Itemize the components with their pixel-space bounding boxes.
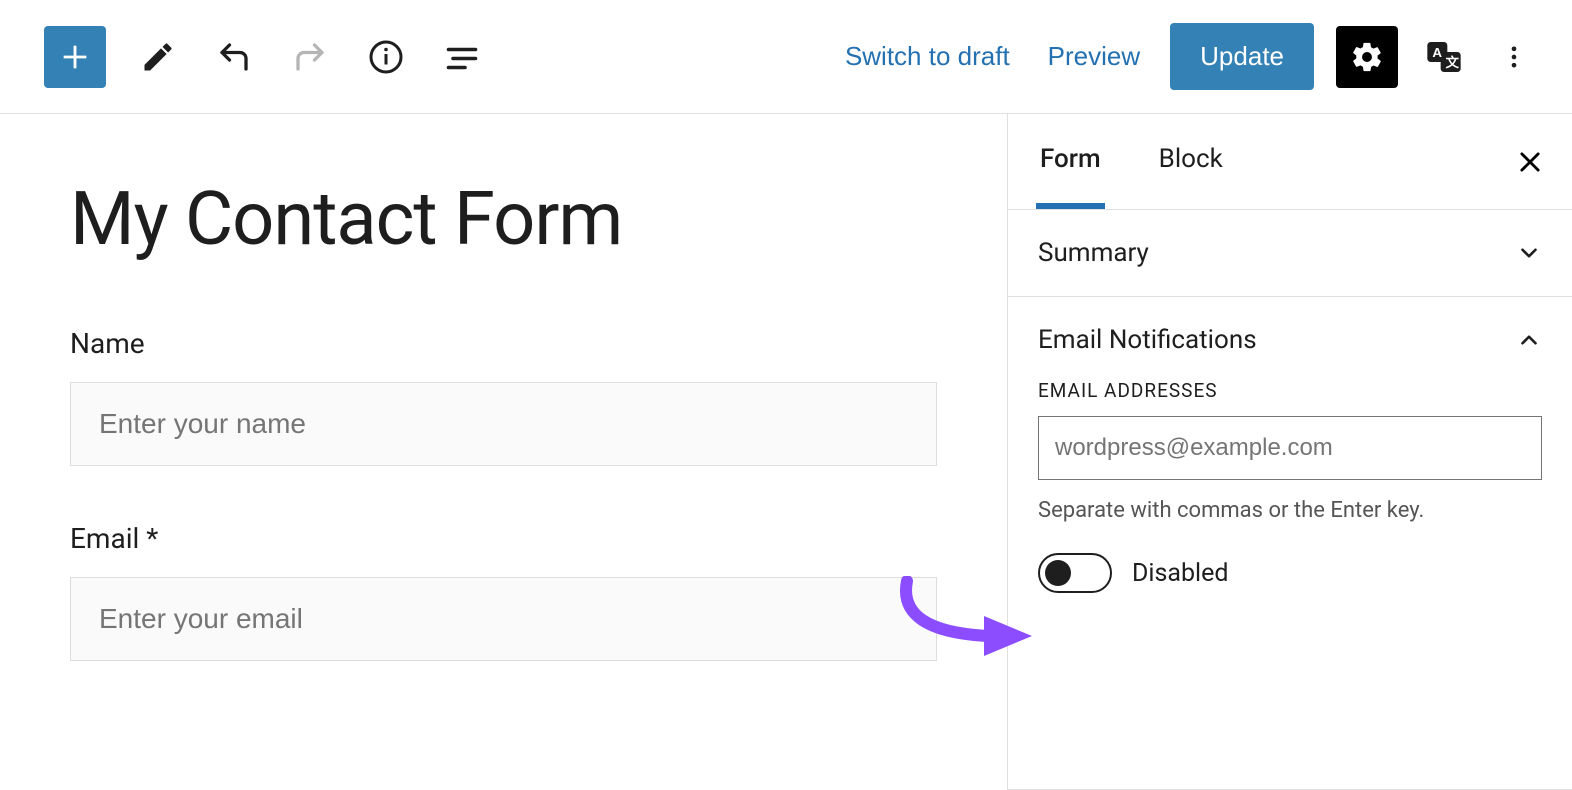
switch-to-draft-button[interactable]: Switch to draft <box>837 35 1018 78</box>
more-options-button[interactable] <box>1490 33 1538 81</box>
chevron-up-icon <box>1516 327 1542 353</box>
chevron-down-icon <box>1516 240 1542 266</box>
tab-form[interactable]: Form <box>1036 114 1105 209</box>
pencil-icon <box>140 39 176 75</box>
panel-email-notifications-body: EMAIL ADDRESSES Separate with commas or … <box>1038 355 1542 593</box>
field-email-label: Email * <box>70 522 937 555</box>
plus-icon <box>58 40 92 74</box>
field-email: Email * <box>70 522 937 661</box>
gear-icon <box>1350 40 1384 74</box>
close-icon <box>1516 148 1544 176</box>
update-button[interactable]: Update <box>1170 23 1314 90</box>
notifications-toggle-label: Disabled <box>1132 559 1228 588</box>
editor-toolbar: Switch to draft Preview Update A文 <box>0 0 1572 114</box>
sidebar-spacer <box>1008 651 1572 790</box>
field-name: Name <box>70 327 937 466</box>
sidebar-tabs: Form Block <box>1008 114 1572 210</box>
svg-text:文: 文 <box>1446 54 1460 70</box>
outline-icon <box>444 39 480 75</box>
form-title[interactable]: My Contact Form <box>70 176 937 263</box>
editor-canvas: My Contact Form Name Email * <box>0 114 1007 790</box>
svg-text:A: A <box>1432 45 1442 60</box>
info-button[interactable] <box>362 33 410 81</box>
panel-email-notifications-title: Email Notifications <box>1038 325 1257 355</box>
preview-button[interactable]: Preview <box>1040 35 1148 78</box>
email-addresses-help: Separate with commas or the Enter key. <box>1038 498 1542 523</box>
translate-button[interactable]: A文 <box>1420 33 1468 81</box>
field-name-label: Name <box>70 327 937 360</box>
panel-email-notifications-header[interactable]: Email Notifications <box>1038 325 1542 355</box>
notifications-toggle-row: Disabled <box>1038 553 1542 593</box>
undo-icon <box>216 39 252 75</box>
undo-button[interactable] <box>210 33 258 81</box>
toggle-knob <box>1045 560 1071 586</box>
field-email-input[interactable] <box>70 577 937 661</box>
redo-icon <box>292 39 328 75</box>
email-addresses-label: EMAIL ADDRESSES <box>1038 379 1542 402</box>
edit-mode-button[interactable] <box>134 33 182 81</box>
redo-button[interactable] <box>286 33 334 81</box>
outline-button[interactable] <box>438 33 486 81</box>
panel-summary-title: Summary <box>1038 238 1149 268</box>
info-icon <box>368 39 404 75</box>
panel-summary: Summary <box>1008 210 1572 297</box>
tab-block[interactable]: Block <box>1155 114 1227 209</box>
kebab-icon <box>1500 43 1528 71</box>
email-addresses-input[interactable] <box>1038 416 1542 480</box>
translate-icon: A文 <box>1424 37 1464 77</box>
workspace: My Contact Form Name Email * Form Block … <box>0 114 1572 790</box>
toolbar-right: Switch to draft Preview Update A文 <box>815 23 1538 90</box>
settings-button[interactable] <box>1336 26 1398 88</box>
field-name-input[interactable] <box>70 382 937 466</box>
close-sidebar-button[interactable] <box>1516 148 1544 176</box>
notifications-toggle[interactable] <box>1038 553 1112 593</box>
toolbar-left <box>44 26 514 88</box>
panel-summary-header[interactable]: Summary <box>1038 238 1542 268</box>
add-block-button[interactable] <box>44 26 106 88</box>
panel-email-notifications: Email Notifications EMAIL ADDRESSES Sepa… <box>1008 297 1572 621</box>
settings-sidebar: Form Block Summary Email Notifications E… <box>1007 114 1572 790</box>
